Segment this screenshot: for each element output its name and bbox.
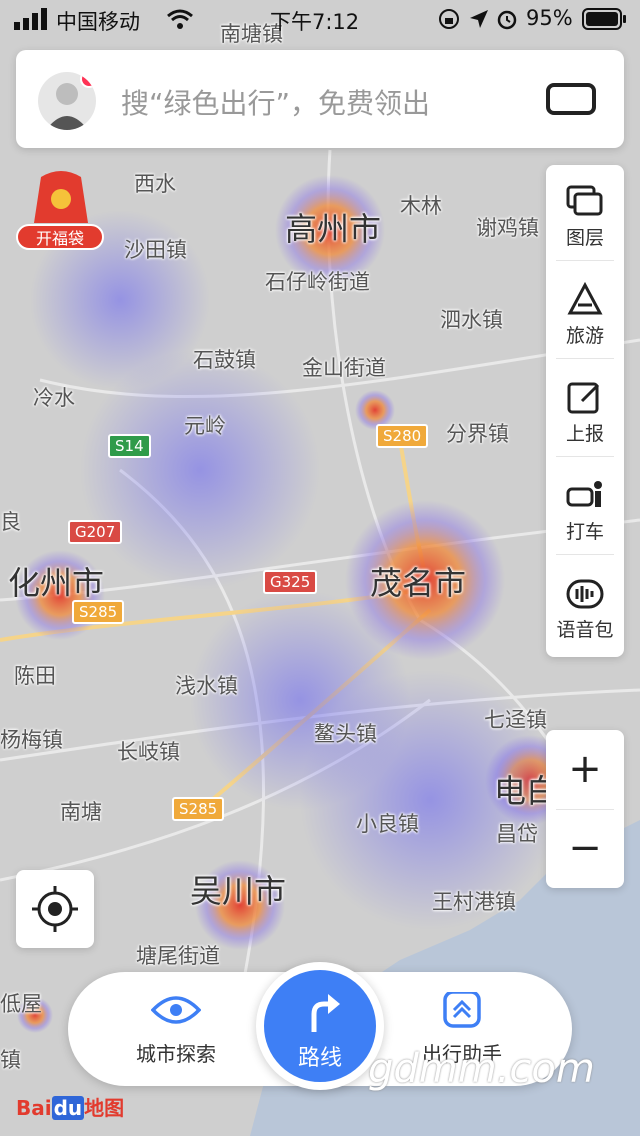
map-label: 泗水镇 — [440, 308, 503, 332]
map-label-city: 吴川市 — [190, 872, 287, 910]
avatar[interactable] — [38, 72, 96, 130]
scan-icon[interactable] — [546, 83, 596, 115]
map-label: 金山街道 — [302, 356, 386, 380]
map-label: 良 — [0, 510, 21, 534]
map-label: 分界镇 — [446, 422, 509, 446]
map-label-city: 化州市 — [8, 564, 105, 602]
status-bar: 中国移动 下午7:12 95% — [0, 0, 640, 40]
road-shield-s280: S280 — [376, 424, 429, 448]
report-icon — [567, 382, 600, 414]
road-shield-g207: G207 — [68, 520, 123, 544]
watermark: gdmm.com — [368, 1046, 595, 1092]
travel-button[interactable]: 旅游 — [546, 263, 624, 359]
route-button[interactable]: 路线 — [256, 962, 384, 1090]
search-input[interactable]: 搜“绿色出行”，免费领出 — [121, 82, 430, 122]
zoom-in-button[interactable]: + — [546, 730, 624, 809]
map-label: 七迳镇 — [484, 708, 547, 732]
taxi-icon — [566, 481, 602, 507]
map-toolbar: 图层 旅游 上报 打车 语音包 — [546, 165, 624, 657]
map-label: 杨梅镇 — [0, 728, 63, 752]
layers-button[interactable]: 图层 — [546, 165, 624, 261]
map-label-city: 茂名市 — [370, 564, 467, 602]
logo-text: du — [51, 1096, 85, 1120]
nav-label: 城市探索 — [136, 1042, 216, 1066]
map-label: 鳌头镇 — [314, 722, 377, 746]
locate-button[interactable] — [16, 870, 94, 948]
lucky-bag-icon — [34, 171, 88, 223]
map-label: 石仔岭街道 — [265, 270, 370, 294]
search-bar[interactable]: 搜“绿色出行”，免费领出 — [16, 50, 624, 148]
map-label: 塘尾街道 — [136, 944, 220, 968]
zoom-out-button[interactable]: − — [546, 809, 624, 888]
battery-icon — [582, 8, 628, 35]
map-label: 镇 — [0, 1048, 21, 1072]
map-label: 元岭 — [184, 414, 226, 438]
zoom-control: + − — [546, 730, 624, 888]
road-shield-s285: S285 — [72, 600, 125, 624]
road-shield-s285: S285 — [172, 797, 225, 821]
voice-pack-button[interactable]: 语音包 — [546, 557, 624, 653]
map-label: 南塘 — [60, 800, 102, 824]
toolbar-label: 打车 — [565, 521, 604, 543]
alarm-icon — [496, 8, 518, 35]
travel-icon — [567, 281, 603, 315]
toolbar-label: 图层 — [565, 227, 604, 249]
taxi-button[interactable]: 打车 — [546, 459, 624, 555]
crosshair-icon — [32, 886, 78, 932]
lock-rotation-icon — [438, 8, 460, 35]
voice-pack-icon — [566, 579, 604, 609]
map-label: 低屋 — [0, 992, 42, 1016]
notification-dot — [80, 72, 96, 88]
map-label: 沙田镇 — [124, 238, 187, 262]
city-explore-button[interactable]: 城市探索 — [106, 992, 246, 1067]
map-label: 木林 — [400, 194, 442, 218]
map-label: 长岐镇 — [117, 740, 180, 764]
clock: 下午7:12 — [270, 10, 360, 34]
wifi-icon — [166, 8, 194, 35]
route-arrow-icon — [311, 994, 340, 1032]
logo-text: 地图 — [84, 1096, 125, 1120]
map-label: 昌岱 — [496, 822, 538, 846]
route-label: 路线 — [297, 1046, 342, 1071]
baidu-map-logo: Bai du 地图 — [16, 1092, 124, 1121]
road-shield-s14: S14 — [108, 434, 151, 458]
road-shield-g325: G325 — [263, 570, 318, 594]
map-label: 小良镇 — [356, 812, 419, 836]
map-label: 冷水 — [33, 386, 75, 410]
eye-icon — [150, 996, 202, 1024]
map-label: 王村港镇 — [432, 890, 516, 914]
lucky-bag-button[interactable]: 开福袋 — [16, 165, 106, 255]
location-arrow-icon — [468, 8, 490, 35]
report-button[interactable]: 上报 — [546, 361, 624, 457]
map-label: 石鼓镇 — [193, 348, 256, 372]
map-label: 西水 — [134, 172, 176, 196]
assistant-icon — [443, 990, 481, 1028]
battery-percent: 95% — [526, 6, 573, 30]
lucky-bag-label: 开福袋 — [16, 224, 104, 250]
toolbar-label: 语音包 — [556, 619, 614, 641]
map-label: 谢鸡镇 — [476, 216, 539, 240]
toolbar-label: 上报 — [565, 423, 604, 445]
layers-icon — [566, 185, 603, 216]
map-label-city: 高州市 — [285, 210, 382, 248]
logo-text: Bai — [16, 1096, 52, 1120]
map-label: 陈田 — [14, 664, 56, 688]
signal-icon — [14, 8, 50, 35]
toolbar-label: 旅游 — [565, 325, 604, 347]
carrier: 中国移动 — [56, 10, 140, 34]
map-label: 浅水镇 — [175, 674, 238, 698]
